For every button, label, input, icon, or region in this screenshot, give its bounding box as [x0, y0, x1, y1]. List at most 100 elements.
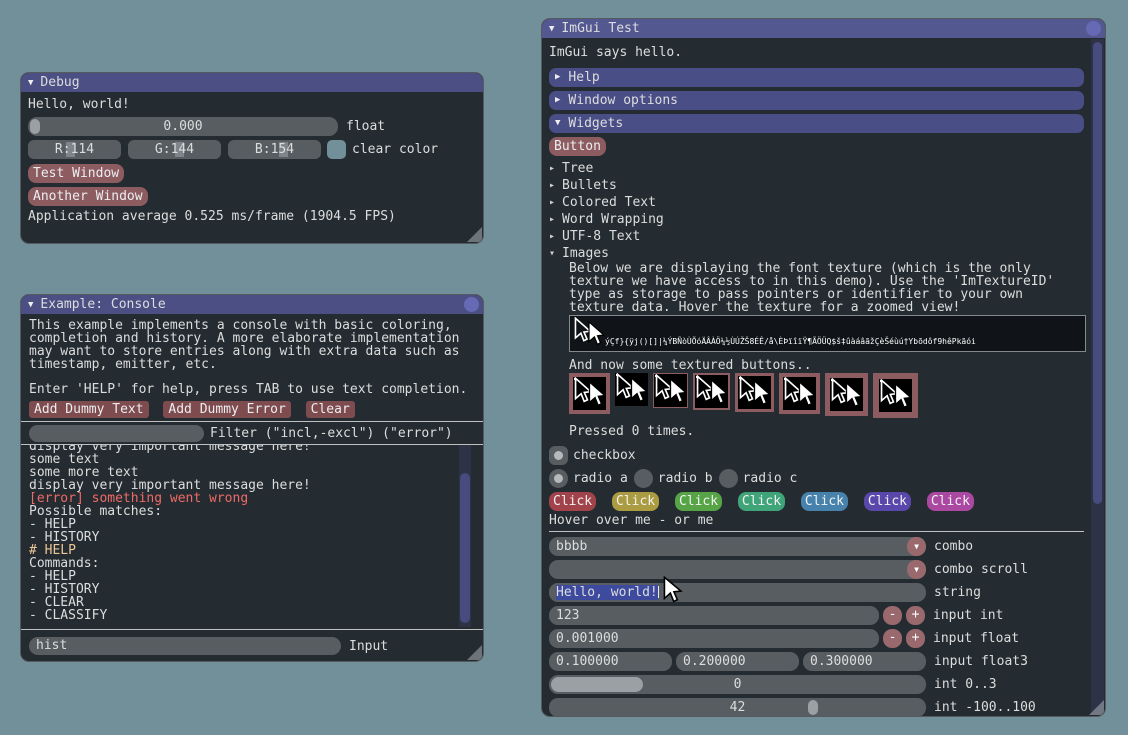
images-text-line: texture data. Hover the texture for a zo… [569, 301, 1084, 314]
radio-b[interactable] [634, 469, 653, 488]
click-button-4[interactable]: Click [738, 492, 785, 511]
radio-c[interactable] [719, 469, 738, 488]
tree-label: Tree [562, 160, 593, 177]
combo-scroll-select[interactable]: ▼ [549, 560, 926, 579]
increment-button[interactable]: + [906, 606, 925, 625]
another-window-button[interactable]: Another Window [28, 187, 148, 206]
close-button[interactable] [1086, 21, 1101, 36]
float-slider[interactable]: 0.000 [28, 117, 338, 136]
cursor-texture-icon [615, 373, 648, 406]
tree-node-word-wrapping[interactable]: ▸ Word Wrapping [549, 211, 1084, 228]
clear-button[interactable]: Clear [306, 401, 355, 418]
image-button[interactable] [825, 373, 868, 416]
collapse-arrow-icon[interactable]: ▼ [28, 300, 33, 310]
resize-grip[interactable] [467, 227, 482, 242]
int-slider-0-3[interactable]: 0 [549, 675, 926, 694]
test-titlebar[interactable]: ▼ ImGui Test [542, 19, 1105, 38]
tree-node-tree[interactable]: ▸ Tree [549, 160, 1084, 177]
console-window: ▼ Example: Console This example implemen… [20, 294, 484, 662]
click-button-7[interactable]: Click [927, 492, 974, 511]
color-b-value: B:154 [228, 143, 321, 156]
chevron-right-icon: ▶ [555, 91, 560, 110]
test-window-button[interactable]: Test Window [28, 164, 124, 183]
log-scrollbar-thumb[interactable] [460, 473, 470, 623]
filter-input[interactable] [29, 425, 204, 442]
int-slider-label: int 0..3 [934, 677, 997, 692]
color-swatch[interactable] [327, 140, 346, 159]
color-drag-g[interactable]: G:144 [128, 140, 221, 159]
greeting-text: ImGui says hello. [549, 46, 1084, 59]
fps-stats-text: Application average 0.525 ms/frame (1904… [28, 210, 476, 223]
tree-node-images[interactable]: ▾ Images [549, 245, 1084, 262]
tree-closed-icon: ▸ [549, 160, 562, 177]
click-button-5[interactable]: Click [801, 492, 848, 511]
debug-window: ▼ Debug Hello, world! 0.000 float R:114 … [20, 72, 484, 244]
debug-titlebar[interactable]: ▼ Debug [21, 73, 483, 92]
header-widgets[interactable]: ▼ Widgets [549, 114, 1084, 133]
image-button[interactable] [569, 373, 610, 414]
float3-input-y[interactable]: 0.200000 [676, 652, 799, 671]
tree-node-bullets[interactable]: ▸ Bullets [549, 177, 1084, 194]
image-button[interactable] [873, 373, 918, 418]
image-button[interactable] [779, 373, 820, 414]
console-titlebar[interactable]: ▼ Example: Console [21, 295, 483, 314]
resize-grip[interactable] [1089, 700, 1104, 715]
float3-input-x[interactable]: 0.100000 [549, 652, 672, 671]
image-button[interactable] [615, 373, 648, 406]
add-dummy-text-button[interactable]: Add Dummy Text [29, 401, 149, 418]
color-drag-b[interactable]: B:154 [228, 140, 321, 159]
float-input[interactable]: 0.001000 [549, 629, 879, 648]
image-button[interactable] [653, 373, 688, 408]
int-slider-neg100-100[interactable]: 42 [549, 698, 926, 717]
click-button-3[interactable]: Click [675, 492, 722, 511]
chevron-down-icon: ▼ [555, 114, 560, 133]
collapse-arrow-icon[interactable]: ▼ [549, 24, 554, 34]
window-scrollbar[interactable] [1091, 39, 1104, 715]
combo-scroll-label: combo scroll [934, 562, 1028, 577]
tree-node-colored-text[interactable]: ▸ Colored Text [549, 194, 1084, 211]
console-log-region: display very important message here! som… [29, 445, 475, 629]
radio-a[interactable] [549, 469, 568, 488]
cursor-texture-icon [830, 378, 863, 411]
chevron-right-icon: ▶ [555, 68, 560, 87]
string-text-input[interactable]: Hello, world! [549, 583, 926, 602]
string-input-label: string [934, 585, 981, 600]
collapse-arrow-icon[interactable]: ▼ [28, 78, 33, 88]
add-dummy-error-button[interactable]: Add Dummy Error [163, 401, 290, 418]
tree-node-utf8-text[interactable]: ▸ UTF-8 Text [549, 228, 1084, 245]
header-help[interactable]: ▶ Help [549, 68, 1084, 87]
command-input[interactable]: hist [29, 637, 341, 655]
font-texture-image[interactable]: ýÇf}{ÿj()[]|¼ÝBÑòÙÕóÄÂÀÖ¼½ÙÚŽŠ8ÉÊ/å\ÈÞïî… [569, 315, 1086, 352]
window-scrollbar-thumb[interactable] [1093, 42, 1102, 504]
combo-arrow-button[interactable]: ▼ [907, 560, 926, 579]
float3-input-z[interactable]: 0.300000 [803, 652, 926, 671]
log-scrollbar[interactable] [459, 445, 471, 627]
int-input[interactable]: 123 [549, 606, 879, 625]
tree-label: UTF-8 Text [562, 228, 640, 245]
decrement-button[interactable]: - [883, 629, 902, 648]
increment-button[interactable]: + [906, 629, 925, 648]
image-button[interactable] [735, 373, 774, 412]
combo-arrow-button[interactable]: ▼ [907, 537, 926, 556]
checkbox[interactable] [549, 446, 568, 465]
close-button[interactable] [464, 297, 479, 312]
header-window-options[interactable]: ▶ Window options [549, 91, 1084, 110]
button-widget[interactable]: Button [549, 137, 606, 156]
cursor-texture-icon [879, 379, 912, 412]
radio-dot-icon [554, 474, 563, 483]
separator [549, 531, 1084, 532]
color-drag-r[interactable]: R:114 [28, 140, 121, 159]
float3-value-y: 0.200000 [683, 655, 746, 668]
click-button-2[interactable]: Click [612, 492, 659, 511]
hover-tooltip-text[interactable]: Hover over me - or me [549, 514, 1084, 527]
log-line: - CLASSIFY [29, 609, 475, 622]
resize-grip[interactable] [467, 645, 482, 660]
click-button-6[interactable]: Click [864, 492, 911, 511]
decrement-button[interactable]: - [883, 606, 902, 625]
chevron-down-icon: ▼ [914, 565, 919, 574]
separator [21, 421, 483, 422]
combo-select[interactable]: bbbb ▼ [549, 537, 926, 556]
click-button-1[interactable]: Click [549, 492, 596, 511]
radio-b-label: radio b [658, 471, 713, 486]
image-button[interactable] [693, 373, 730, 410]
